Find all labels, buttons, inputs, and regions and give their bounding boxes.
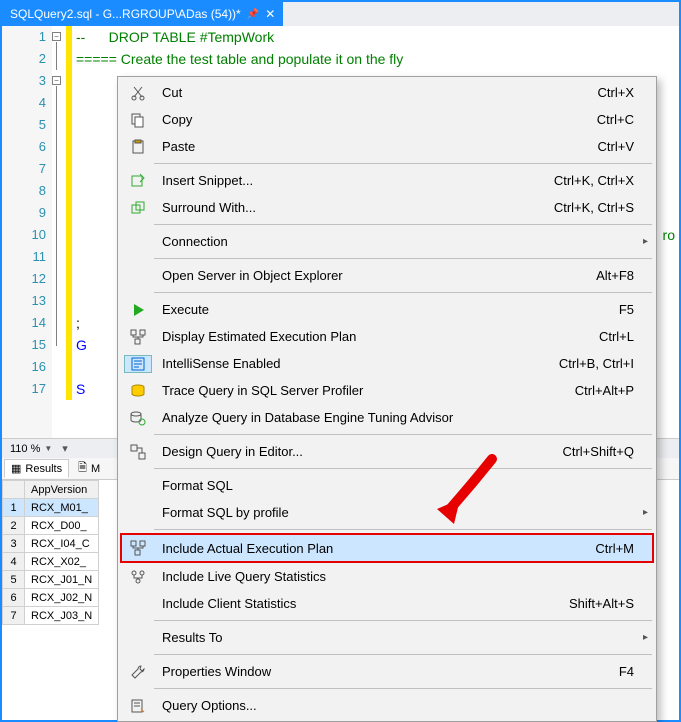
table-row[interactable]: 2RCX_D00_ bbox=[3, 517, 99, 535]
messages-icon: 🗎 bbox=[78, 459, 87, 478]
surround-icon bbox=[124, 200, 152, 216]
table-row[interactable]: 3RCX_I04_C bbox=[3, 535, 99, 553]
live-stats-icon bbox=[124, 569, 152, 585]
menu-include-live-stats[interactable]: Include Live Query Statistics bbox=[120, 563, 654, 590]
corner-cell bbox=[3, 481, 25, 499]
menu-surround-with[interactable]: Surround With...Ctrl+K, Ctrl+S bbox=[120, 194, 654, 221]
tuning-icon bbox=[124, 410, 152, 426]
menu-format-sql-profile[interactable]: Format SQL by profile bbox=[120, 499, 654, 526]
code-fragment: ro bbox=[663, 227, 675, 243]
document-tab[interactable]: SQLQuery2.sql - G...RGROUP\ADas (54))* 📌… bbox=[2, 2, 283, 26]
menu-cut[interactable]: CutCtrl+X bbox=[120, 79, 654, 106]
column-header[interactable]: AppVersion bbox=[25, 481, 99, 499]
tab-label: M bbox=[91, 463, 100, 475]
menu-execute[interactable]: ExecuteF5 bbox=[120, 296, 654, 323]
menu-display-estimated-plan[interactable]: Display Estimated Execution PlanCtrl+L bbox=[120, 323, 654, 350]
menu-open-object-explorer[interactable]: Open Server in Object ExplorerAlt+F8 bbox=[120, 262, 654, 289]
pin-icon[interactable]: 📌 bbox=[247, 9, 259, 20]
menu-design-query[interactable]: Design Query in Editor...Ctrl+Shift+Q bbox=[120, 438, 654, 465]
paste-icon bbox=[124, 139, 152, 155]
design-icon bbox=[124, 444, 152, 460]
menu-include-client-stats[interactable]: Include Client StatisticsShift+Alt+S bbox=[120, 590, 654, 617]
menu-copy[interactable]: CopyCtrl+C bbox=[120, 106, 654, 133]
context-menu: CutCtrl+X CopyCtrl+C PasteCtrl+V Insert … bbox=[117, 76, 657, 722]
fold-toggle-icon[interactable]: − bbox=[52, 32, 61, 41]
play-icon bbox=[124, 302, 152, 318]
menu-properties-window[interactable]: Properties WindowF4 bbox=[120, 658, 654, 685]
close-icon[interactable]: ✕ bbox=[265, 7, 275, 21]
plan-icon bbox=[124, 329, 152, 345]
code-line: -- DROP TABLE #TempWork bbox=[76, 29, 274, 45]
table-row[interactable]: 4RCX_X02_ bbox=[3, 553, 99, 571]
copy-icon bbox=[124, 112, 152, 128]
options-icon bbox=[124, 698, 152, 714]
menu-format-sql[interactable]: Format SQL bbox=[120, 472, 654, 499]
tab-results[interactable]: ▦ Results bbox=[4, 459, 69, 478]
menu-query-options[interactable]: Query Options... bbox=[120, 692, 654, 719]
zoom-value: 110 % bbox=[10, 443, 40, 455]
wrench-icon bbox=[124, 664, 152, 680]
table-row[interactable]: 1RCX_M01_ bbox=[3, 499, 99, 517]
menu-analyze-tuning[interactable]: Analyze Query in Database Engine Tuning … bbox=[120, 404, 654, 431]
chevron-down-icon: ▼ bbox=[44, 444, 52, 453]
code-line: G bbox=[76, 337, 87, 353]
menu-insert-snippet[interactable]: Insert Snippet...Ctrl+K, Ctrl+X bbox=[120, 167, 654, 194]
grid-icon: ▦ bbox=[11, 462, 21, 475]
menu-paste[interactable]: PasteCtrl+V bbox=[120, 133, 654, 160]
snippet-icon bbox=[124, 173, 152, 189]
code-line: S bbox=[76, 381, 85, 397]
table-row[interactable]: 7RCX_J03_N bbox=[3, 607, 99, 625]
annotation-arrow bbox=[432, 454, 512, 534]
menu-results-to[interactable]: Results To bbox=[120, 624, 654, 651]
line-number-gutter: 1234567891011121314151617 bbox=[2, 26, 52, 438]
table-row[interactable]: 6RCX_J02_N bbox=[3, 589, 99, 607]
profiler-icon bbox=[124, 383, 152, 399]
menu-connection[interactable]: Connection bbox=[120, 228, 654, 255]
code-line: ===== Create the test table and populate… bbox=[76, 51, 403, 67]
intellisense-icon bbox=[124, 355, 152, 373]
menu-trace-profiler[interactable]: Trace Query in SQL Server ProfilerCtrl+A… bbox=[120, 377, 654, 404]
tab-bar: SQLQuery2.sql - G...RGROUP\ADas (54))* 📌… bbox=[2, 2, 679, 26]
tab-label: Results bbox=[25, 463, 62, 475]
tab-messages[interactable]: 🗎 M bbox=[71, 456, 107, 481]
table-row[interactable]: 5RCX_J01_N bbox=[3, 571, 99, 589]
code-line: ; bbox=[76, 315, 80, 331]
zoom-selector[interactable]: 110 % ▼ bbox=[2, 443, 56, 455]
fold-toggle-icon[interactable]: − bbox=[52, 76, 61, 85]
menu-intellisense[interactable]: IntelliSense EnabledCtrl+B, Ctrl+I bbox=[120, 350, 654, 377]
cut-icon bbox=[124, 85, 152, 101]
tab-title: SQLQuery2.sql - G...RGROUP\ADas (54))* bbox=[10, 7, 241, 21]
fold-gutter: − − bbox=[52, 26, 66, 438]
actual-plan-icon bbox=[124, 540, 152, 556]
menu-include-actual-plan[interactable]: Include Actual Execution PlanCtrl+M bbox=[120, 533, 654, 563]
